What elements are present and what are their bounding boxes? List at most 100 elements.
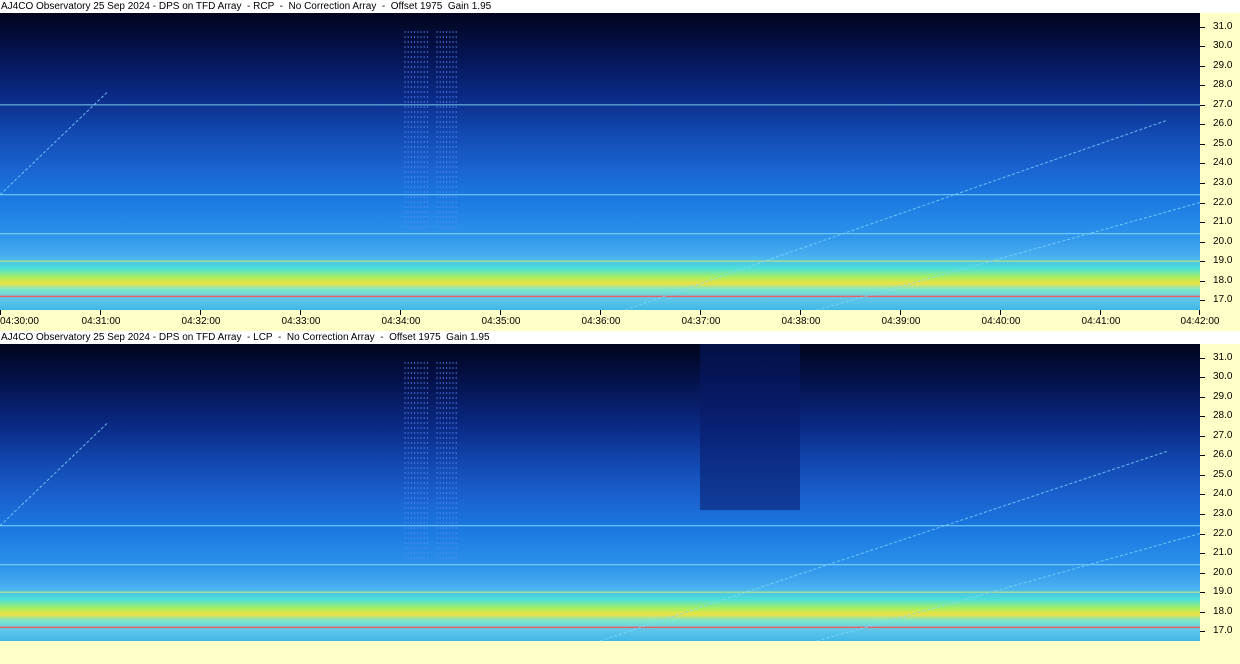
y-tick-mark [1200, 26, 1205, 28]
y-tick: 23.0 [1200, 177, 1240, 188]
y-tick-label: 21.0 [1213, 547, 1233, 559]
y-tick-mark [1200, 572, 1205, 574]
spectrogram-overlay [0, 344, 1200, 641]
y-tick-label: 20.0 [1213, 235, 1233, 247]
y-tick-mark [1200, 182, 1205, 184]
y-tick: 29.0 [1200, 60, 1240, 71]
y-tick-mark [1200, 357, 1205, 359]
x-tick: 04:36:00 [582, 310, 620, 330]
x-tick-label: 04:33:00 [281, 316, 321, 327]
x-tick-mark [100, 310, 101, 315]
x-tick-mark [400, 310, 401, 315]
spectrogram-rcp [0, 13, 1200, 310]
drift-line [0, 90, 109, 196]
drift-line [599, 450, 1167, 641]
y-tick-label: 24.0 [1213, 488, 1233, 500]
y-tick: 19.0 [1200, 255, 1240, 266]
y-tick-mark [1200, 474, 1205, 476]
y-tick-mark [1200, 261, 1205, 263]
y-tick-label: 26.0 [1213, 118, 1233, 130]
y-tick-mark [1200, 592, 1205, 594]
panel-title-lcp: AJ4CO Observatory 25 Sep 2024 - DPS on T… [0, 331, 1240, 344]
x-tick: 04:40:00 [982, 310, 1020, 330]
y-tick-label: 28.0 [1213, 79, 1233, 91]
y-tick-mark [1200, 513, 1205, 515]
y-tick-label: 19.0 [1213, 255, 1233, 267]
panel-title-rcp: AJ4CO Observatory 25 Sep 2024 - DPS on T… [0, 0, 1240, 13]
x-tick: 04:41:00 [1082, 310, 1120, 330]
x-tick: 04:35:00 [482, 310, 520, 330]
y-tick-mark [1200, 65, 1205, 67]
y-tick: 18.0 [1200, 275, 1240, 286]
drift-line [624, 119, 1167, 310]
y-tick: 24.0 [1200, 157, 1240, 168]
y-tick-mark [1200, 435, 1205, 437]
y-tick-mark [1200, 494, 1205, 496]
y-tick-label: 29.0 [1213, 59, 1233, 71]
x-tick-label: 04:42:00 [1180, 316, 1220, 327]
x-tick: 04:33:00 [282, 310, 320, 330]
y-tick-label: 23.0 [1213, 507, 1233, 519]
y-tick-label: 27.0 [1213, 429, 1233, 441]
x-tick-label: 04:37:00 [681, 316, 721, 327]
y-tick-mark [1200, 553, 1205, 555]
y-tick-label: 29.0 [1213, 390, 1233, 402]
y-tick: 17.0 [1200, 294, 1240, 305]
y-tick-mark [1200, 396, 1205, 398]
time-axis-rcp: 04:30:00 04:31:00 04:32:00 04:33:00 04:34:00… [0, 310, 1240, 330]
y-tick-mark [1200, 631, 1205, 633]
x-tick: 04:30:00 [0, 310, 39, 330]
y-tick: 28.0 [1200, 79, 1240, 90]
y-tick-mark [1200, 143, 1205, 145]
x-tick-mark [600, 310, 601, 315]
frequency-axis-rcp: 31.0 30.0 29.0 28.0 27.0 26.0 25.0 24.0 23.0 22.0… [1200, 13, 1240, 310]
y-tick-mark [1200, 124, 1205, 126]
y-tick: 31.0 [1200, 21, 1240, 32]
x-tick-label: 04:35:00 [481, 316, 521, 327]
x-tick-mark [900, 310, 901, 315]
drift-line [816, 533, 1200, 641]
y-tick: 21.0 [1200, 216, 1240, 227]
y-tick-label: 30.0 [1213, 40, 1233, 52]
dark-block [700, 344, 800, 511]
y-tick: 27.0 [1200, 99, 1240, 110]
y-tick: 19.0 [1200, 586, 1240, 597]
x-tick-mark [300, 310, 301, 315]
y-tick-mark [1200, 85, 1205, 87]
y-tick: 26.0 [1200, 118, 1240, 129]
y-tick-label: 20.0 [1213, 566, 1233, 578]
x-tick-mark [500, 310, 501, 315]
y-tick: 25.0 [1200, 138, 1240, 149]
y-tick: 17.0 [1200, 625, 1240, 636]
y-tick-label: 31.0 [1213, 20, 1233, 32]
y-tick: 30.0 [1200, 371, 1240, 382]
x-tick-label: 04:36:00 [581, 316, 621, 327]
y-tick: 18.0 [1200, 606, 1240, 617]
y-tick: 22.0 [1200, 197, 1240, 208]
y-tick-mark [1200, 163, 1205, 165]
x-tick-label: 04:31:00 [81, 316, 121, 327]
x-tick: 04:31:00 [82, 310, 120, 330]
x-tick-label: 04:38:00 [781, 316, 821, 327]
y-tick-label: 18.0 [1213, 274, 1233, 286]
y-tick-label: 22.0 [1213, 196, 1233, 208]
y-tick-label: 21.0 [1213, 216, 1233, 228]
x-tick-mark [1000, 310, 1001, 315]
y-tick-mark [1200, 416, 1205, 418]
y-tick: 27.0 [1200, 430, 1240, 441]
x-tick: 04:39:00 [882, 310, 920, 330]
y-tick: 30.0 [1200, 40, 1240, 51]
y-tick: 24.0 [1200, 488, 1240, 499]
y-tick-label: 31.0 [1213, 351, 1233, 363]
y-tick-label: 18.0 [1213, 605, 1233, 617]
frequency-axis-lcp: 31.0 30.0 29.0 28.0 27.0 26.0 25.0 24.0 23.0 22.0… [1200, 344, 1240, 641]
x-tick: 04:34:00 [382, 310, 420, 330]
y-tick: 26.0 [1200, 449, 1240, 460]
x-tick-label: 04:34:00 [381, 316, 421, 327]
x-tick: 04:42:00 [1181, 310, 1219, 330]
y-tick: 20.0 [1200, 567, 1240, 578]
y-tick-label: 19.0 [1213, 586, 1233, 598]
y-tick-label: 22.0 [1213, 527, 1233, 539]
y-tick: 22.0 [1200, 528, 1240, 539]
x-tick-mark [1199, 310, 1200, 315]
